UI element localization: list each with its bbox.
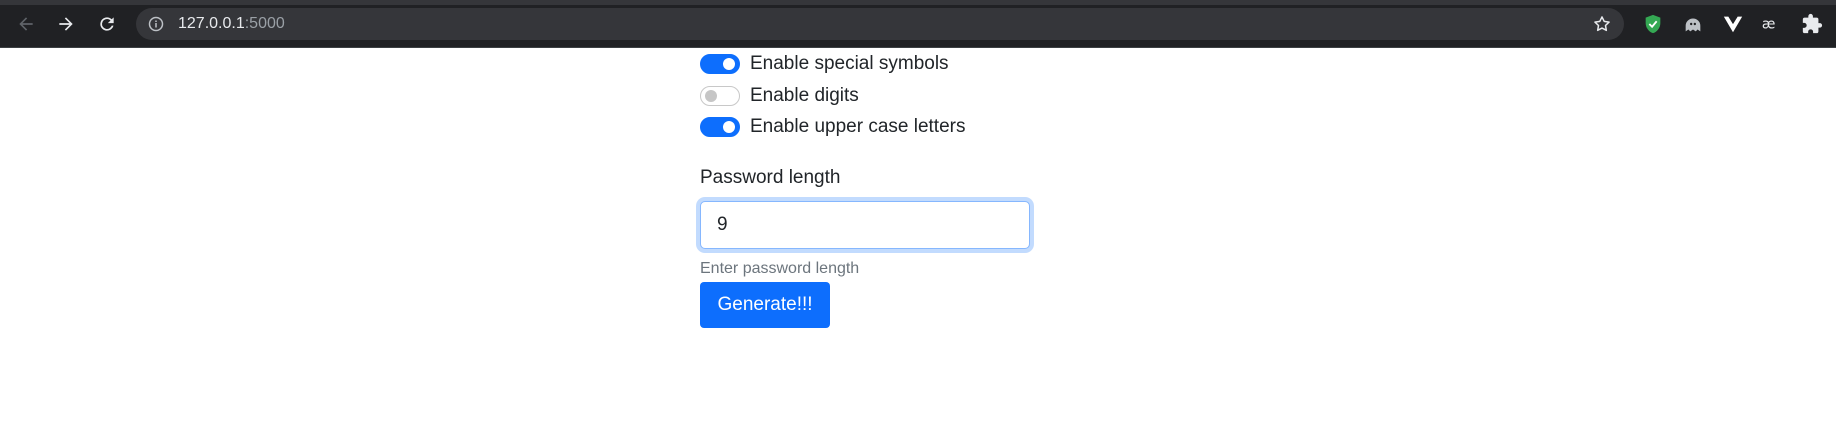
back-button[interactable] (12, 10, 40, 38)
vue-devtools-icon[interactable] (1721, 12, 1745, 36)
upper-case-toggle[interactable] (700, 117, 740, 137)
puzzle-extensions-icon[interactable] (1800, 12, 1824, 36)
bookmark-star-icon[interactable] (1592, 14, 1612, 34)
password-length-label: Password length (700, 167, 841, 188)
ae-ligature-extension-icon[interactable]: æ (1760, 12, 1784, 36)
special-symbols-toggle[interactable] (700, 54, 740, 74)
forward-button[interactable] (52, 10, 80, 38)
puzzle-icon (1802, 13, 1823, 34)
password-length-help: Enter password length (700, 260, 860, 277)
url-port: :5000 (244, 15, 285, 32)
toggle-knob (723, 58, 735, 70)
url-host: 127.0.0.1 (178, 15, 245, 32)
ghost-extension-icon[interactable] (1681, 12, 1705, 36)
address-bar[interactable]: 127.0.0.1:5000 (136, 8, 1624, 40)
digits-label[interactable]: Enable digits (750, 85, 859, 107)
upper-case-label[interactable]: Enable upper case letters (750, 116, 965, 138)
reload-button[interactable] (93, 10, 121, 38)
arrow-right-icon (59, 17, 73, 31)
digits-switch-row[interactable]: Enable digits (700, 84, 859, 108)
ae-ligature-icon: æ (1762, 17, 1776, 33)
svg-text:æ: æ (1762, 17, 1776, 33)
browser-toolbar: 127.0.0.1:5000 æ (0, 0, 1836, 48)
shield-extension-icon[interactable] (1641, 12, 1665, 36)
toggle-knob (723, 121, 735, 133)
info-icon[interactable] (148, 16, 164, 32)
digits-toggle[interactable] (700, 86, 740, 106)
tab-strip-edge (0, 0, 1836, 5)
vue-logo-icon (1723, 16, 1743, 33)
ghost-icon (1685, 18, 1701, 32)
special-symbols-label[interactable]: Enable special symbols (750, 53, 949, 75)
upper-case-switch-row[interactable]: Enable upper case letters (700, 115, 965, 139)
toggle-knob (705, 90, 717, 102)
password-length-input[interactable] (700, 201, 1030, 249)
arrow-left-icon (19, 17, 33, 31)
url-text: 127.0.0.1:5000 (178, 15, 285, 33)
shield-icon (1645, 14, 1661, 34)
special-symbols-switch-row[interactable]: Enable special symbols (700, 52, 949, 76)
reload-icon (100, 17, 114, 31)
generate-button[interactable]: Generate!!! (700, 282, 830, 328)
